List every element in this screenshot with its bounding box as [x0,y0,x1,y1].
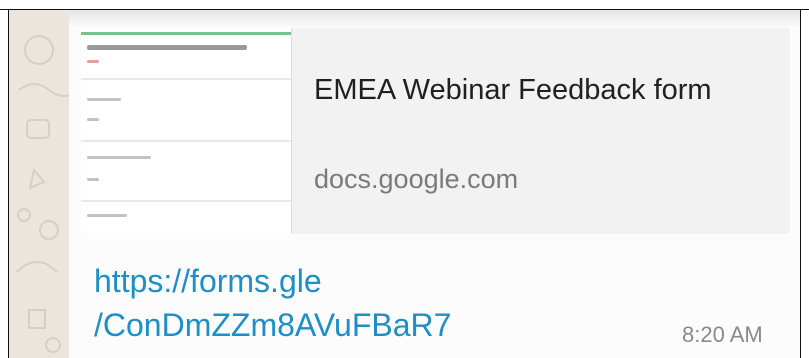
thumbnail-divider [81,200,291,202]
thumbnail-question-line [87,214,127,217]
thumbnail-answer-line [87,178,99,181]
form-link-line-2: /ConDmZZm8AVuFBaR7 [94,307,452,343]
chat-wallpaper [9,10,69,358]
message-timestamp: 8:20 AM [682,322,763,347]
doodle-pattern-icon [16,35,69,353]
form-thumbnail [81,28,292,234]
thumbnail-divider [81,78,291,80]
thumbnail-divider [81,140,291,142]
frame-right-border [800,9,801,358]
previous-message-shadow [69,10,800,28]
link-preview-domain: docs.google.com [314,164,519,194]
form-header-bar [81,32,291,35]
thumbnail-question-line [87,98,121,101]
form-link[interactable]: https://forms.gle /ConDmZZm8AVuFBaR7 [94,259,451,347]
thumbnail-title-line [87,45,247,50]
form-link-line-1: https://forms.gle [94,263,322,299]
thumbnail-question-line [87,156,151,159]
link-preview-card[interactable]: EMEA Webinar Feedback form docs.google.c… [81,28,790,234]
link-preview-title: EMEA Webinar Feedback form [314,74,712,106]
thumbnail-answer-line [87,118,99,121]
thumbnail-required-note [87,60,99,63]
